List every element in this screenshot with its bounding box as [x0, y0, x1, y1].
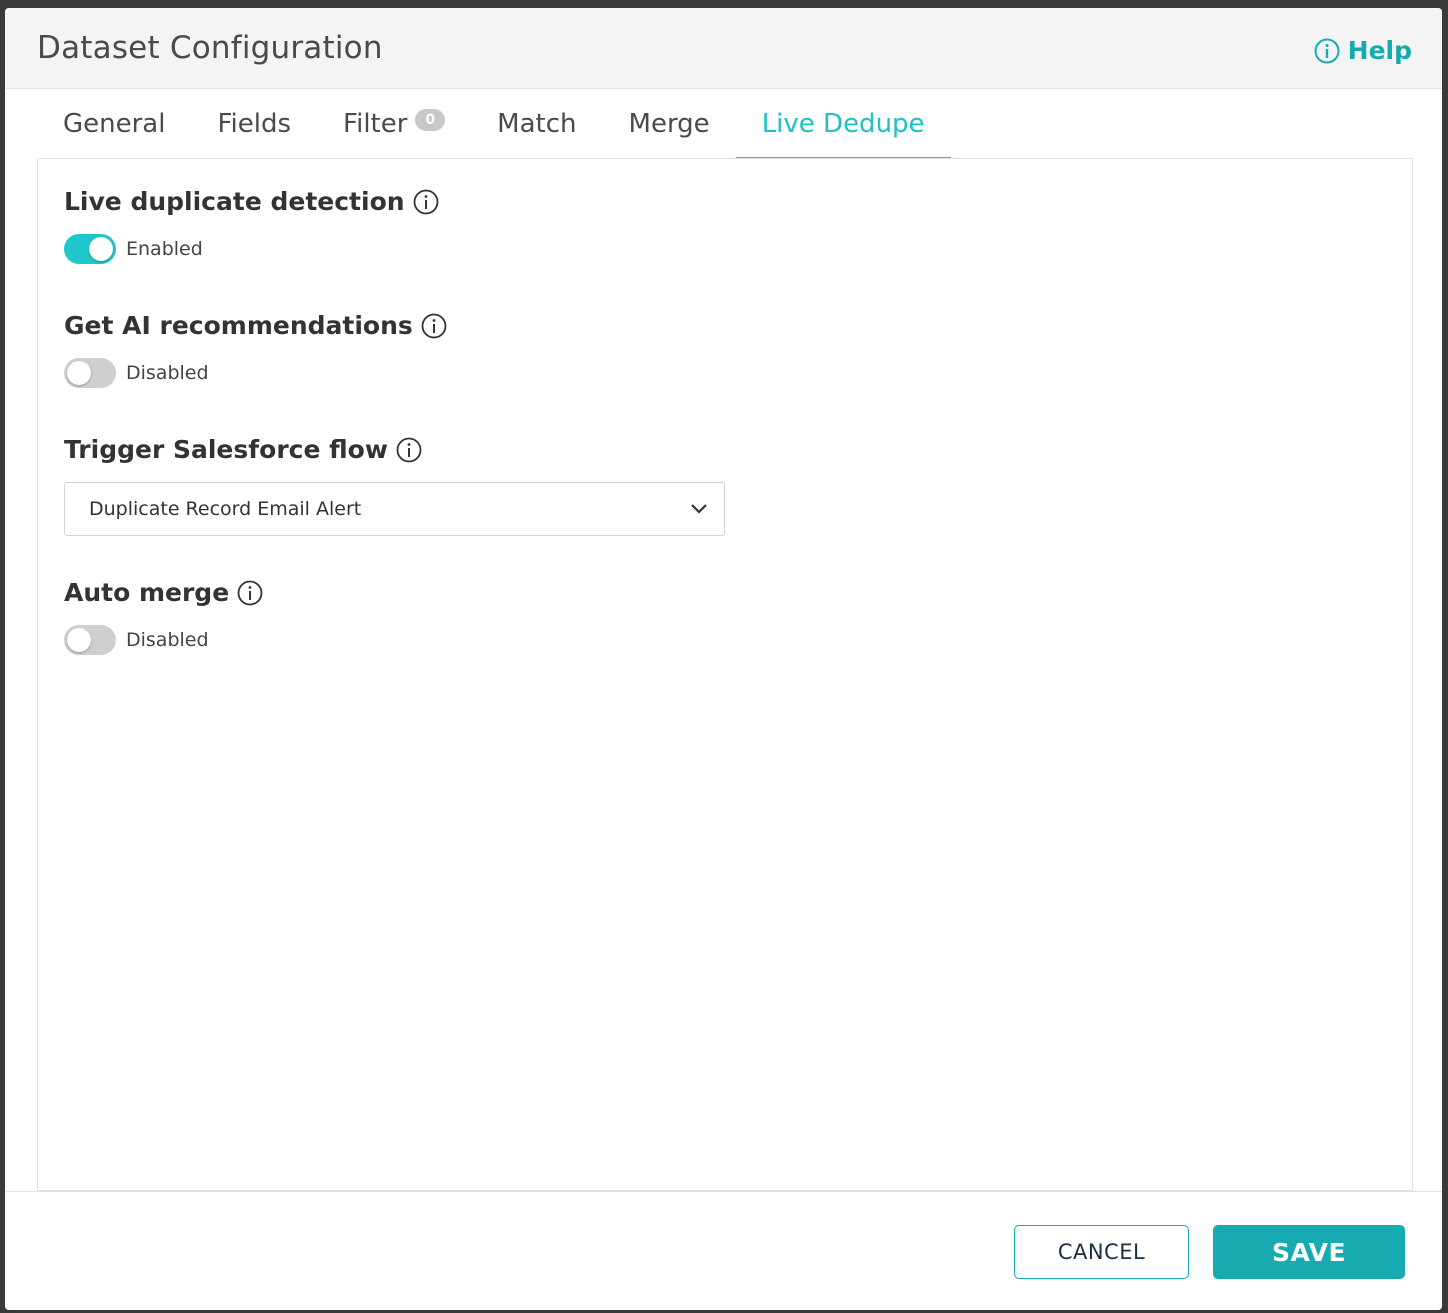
section-title: Auto merge [64, 578, 263, 607]
tab-bar: General Fields Filter 0 Match Merge Live… [37, 89, 951, 159]
dialog-footer: CANCEL SAVE [5, 1191, 1442, 1310]
tab-label: Match [497, 109, 577, 139]
ai-recommendations-toggle[interactable] [64, 358, 116, 388]
help-label: Help [1347, 36, 1412, 65]
auto-merge-toggle[interactable] [64, 625, 116, 655]
salesforce-flow-section: Trigger Salesforce flow Duplicate Record… [64, 435, 725, 536]
section-title: Live duplicate detection [64, 187, 439, 216]
section-title: Get AI recommendations [64, 311, 447, 340]
toggle-knob [67, 361, 91, 385]
auto-merge-section: Auto merge Disabled [64, 578, 263, 655]
info-icon[interactable] [396, 437, 422, 463]
toggle-knob [67, 628, 91, 652]
ai-recommendations-section: Get AI recommendations Disabled [64, 311, 447, 388]
auto-merge-state: Disabled [126, 629, 209, 651]
live-detection-state: Enabled [126, 238, 203, 260]
toggle-row: Disabled [64, 358, 447, 388]
tab-label: Fields [217, 109, 292, 139]
salesforce-flow-select[interactable]: Duplicate Record Email Alert [64, 482, 725, 536]
dataset-configuration-dialog: Dataset Configuration Help General Field… [5, 8, 1442, 1310]
save-button[interactable]: SAVE [1213, 1225, 1405, 1279]
auto-merge-title: Auto merge [64, 578, 230, 607]
salesforce-flow-title: Trigger Salesforce flow [64, 435, 388, 464]
chevron-down-icon [691, 504, 707, 514]
ai-recommendations-title: Get AI recommendations [64, 311, 413, 340]
info-icon[interactable] [421, 313, 447, 339]
info-icon[interactable] [413, 189, 439, 215]
salesforce-flow-selected-value: Duplicate Record Email Alert [89, 498, 362, 520]
tab-filter[interactable]: Filter 0 [317, 89, 471, 159]
info-circle-icon [1314, 38, 1340, 63]
tab-label: General [63, 109, 166, 139]
dialog-header: Dataset Configuration Help [5, 8, 1442, 89]
toggle-row: Enabled [64, 234, 439, 264]
tab-label: Merge [628, 109, 710, 139]
help-link[interactable]: Help [1314, 36, 1412, 65]
tab-label: Live Dedupe [761, 109, 925, 139]
tab-live-dedupe[interactable]: Live Dedupe [735, 89, 951, 159]
live-dedupe-panel: Live duplicate detection Enabled Get AI … [37, 158, 1413, 1191]
filter-count-badge: 0 [415, 109, 446, 131]
info-icon[interactable] [237, 580, 263, 606]
live-detection-section: Live duplicate detection Enabled [64, 187, 439, 264]
live-detection-toggle[interactable] [64, 234, 116, 264]
tab-match[interactable]: Match [471, 89, 602, 159]
tab-general[interactable]: General [37, 89, 191, 159]
tab-label: Filter [343, 109, 408, 139]
toggle-row: Disabled [64, 625, 263, 655]
section-title: Trigger Salesforce flow [64, 435, 725, 464]
tab-fields[interactable]: Fields [191, 89, 317, 159]
tab-merge[interactable]: Merge [603, 89, 736, 159]
dialog-title: Dataset Configuration [37, 30, 383, 66]
live-detection-title: Live duplicate detection [64, 187, 405, 216]
ai-recommendations-state: Disabled [126, 362, 209, 384]
toggle-knob [89, 237, 113, 261]
cancel-button[interactable]: CANCEL [1014, 1225, 1189, 1279]
